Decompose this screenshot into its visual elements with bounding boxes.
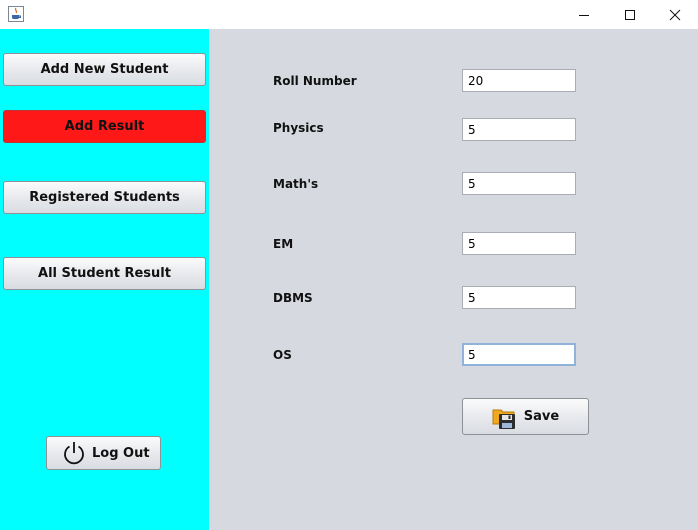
os-label: OS — [273, 348, 292, 362]
title-bar — [0, 0, 698, 29]
close-icon — [669, 9, 681, 20]
minimize-icon — [579, 14, 589, 16]
log-out-button[interactable]: Log Out — [46, 436, 161, 470]
result-form-panel: Roll Number Physics Math's EM DBMS OS Sa… — [209, 29, 698, 530]
maths-label: Math's — [273, 177, 319, 191]
close-button[interactable] — [652, 0, 698, 29]
power-icon — [64, 442, 84, 465]
maximize-icon — [625, 9, 635, 20]
roll-number-input[interactable] — [462, 69, 576, 92]
minimize-button[interactable] — [561, 0, 607, 29]
log-out-label: Log Out — [92, 445, 150, 461]
physics-label: Physics — [273, 121, 324, 135]
physics-input[interactable] — [462, 118, 576, 141]
em-input[interactable] — [462, 232, 576, 255]
save-folder-icon — [492, 409, 515, 429]
os-input[interactable] — [462, 343, 576, 366]
sidebar: Add New Student Add Result Registered St… — [0, 29, 209, 530]
roll-number-label: Roll Number — [273, 74, 357, 88]
add-result-button[interactable]: Add Result — [3, 110, 206, 143]
maths-input[interactable] — [462, 172, 576, 195]
dbms-input[interactable] — [462, 286, 576, 309]
dbms-label: DBMS — [273, 291, 313, 305]
java-app-icon — [8, 6, 24, 22]
maximize-button[interactable] — [607, 0, 653, 29]
save-button[interactable]: Save — [462, 398, 589, 435]
all-student-result-button[interactable]: All Student Result — [3, 257, 206, 290]
add-new-student-button[interactable]: Add New Student — [3, 53, 206, 86]
registered-students-button[interactable]: Registered Students — [3, 181, 206, 214]
save-label: Save — [523, 409, 560, 424]
em-label: EM — [273, 237, 294, 251]
